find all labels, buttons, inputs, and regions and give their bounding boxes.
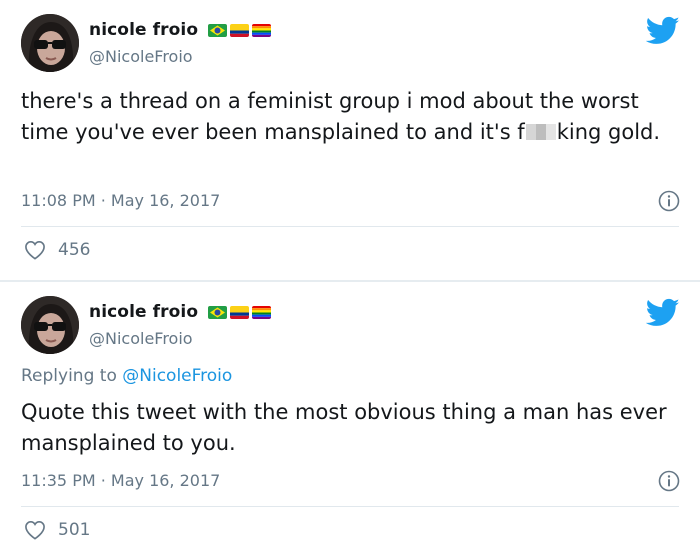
tweet-timestamp[interactable]: 11:08 PM · May 16, 2017 [21,191,220,210]
heart-icon[interactable] [24,240,46,260]
like-action[interactable]: 501 [24,520,90,540]
reply-context: Replying to @NicoleFroio [21,366,232,386]
tweet-text: Quote this tweet with the most obvious t… [21,400,667,455]
avatar[interactable] [21,296,79,354]
tweet-timestamp[interactable]: 11:35 PM · May 16, 2017 [21,471,220,490]
censored-word [525,124,556,140]
flag-emojis [208,23,272,37]
colombia-flag-icon [230,305,250,319]
like-count: 501 [58,520,91,540]
tweet[interactable]: nicole froio @NicoleFroio [0,282,700,560]
display-name[interactable]: nicole froio [89,302,198,322]
flag-emojis [208,305,272,319]
brazil-flag-icon [208,305,228,319]
divider [21,226,679,227]
reply-prefix: Replying to [21,366,123,386]
brazil-flag-icon [208,23,228,37]
like-count: 456 [58,240,91,260]
info-icon[interactable] [658,470,680,492]
twitter-bird-icon[interactable] [646,16,680,46]
info-icon[interactable] [658,190,680,212]
rainbow-flag-icon [252,305,272,319]
user-handle[interactable]: @NicoleFroio [89,47,193,66]
tweet-text-part: king gold. [556,120,661,144]
tweet[interactable]: nicole froio @NicoleFroio [0,0,700,280]
twitter-bird-icon[interactable] [646,298,680,328]
rainbow-flag-icon [252,23,272,37]
heart-icon[interactable] [24,520,46,540]
tweet-text: there's a thread on a feminist group i m… [21,86,681,148]
reply-handle-link[interactable]: @NicoleFroio [122,366,232,386]
display-name[interactable]: nicole froio [89,20,198,40]
avatar-image [21,14,79,72]
colombia-flag-icon [230,23,250,37]
user-handle[interactable]: @NicoleFroio [89,329,193,348]
divider [21,506,679,507]
avatar[interactable] [21,14,79,72]
like-action[interactable]: 456 [24,240,90,260]
avatar-image [21,296,79,354]
author-row: nicole froio [89,302,272,322]
author-row: nicole froio [89,20,272,40]
